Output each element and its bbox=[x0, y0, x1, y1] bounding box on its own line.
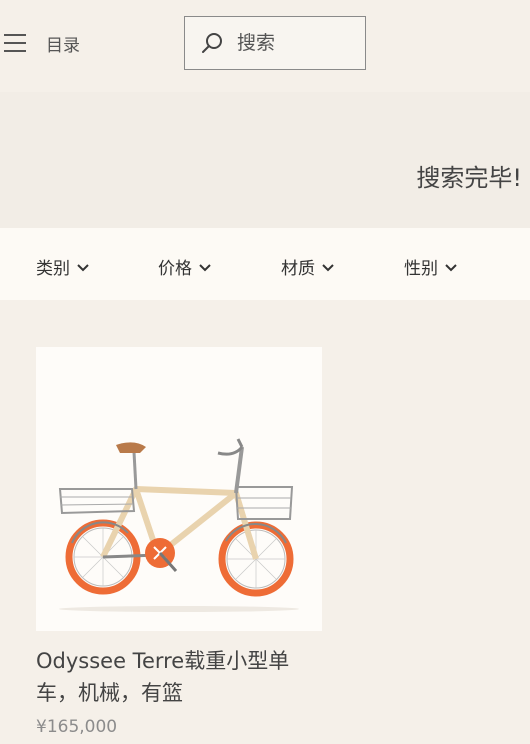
search-box[interactable] bbox=[184, 16, 366, 70]
menu-button[interactable]: 目录 bbox=[4, 28, 80, 58]
chevron-down-icon bbox=[322, 263, 334, 271]
menu-label: 目录 bbox=[46, 35, 80, 56]
search-complete-message: 搜索完毕! bbox=[416, 164, 522, 192]
product-name[interactable]: Odyssee Terre载重小型单车，机械，有篮 bbox=[36, 645, 322, 709]
filter-price[interactable]: 价格 bbox=[158, 254, 212, 279]
chevron-down-icon bbox=[77, 263, 89, 271]
filter-bar: 类别 价格 材质 性别 bbox=[0, 228, 530, 300]
chevron-down-icon bbox=[199, 263, 211, 271]
filter-label: 材质 bbox=[281, 259, 315, 279]
search-icon bbox=[202, 33, 222, 53]
bicycle-illustration bbox=[58, 438, 299, 612]
search-input[interactable] bbox=[237, 32, 357, 54]
filter-label: 性别 bbox=[404, 259, 438, 279]
chevron-down-icon bbox=[445, 263, 457, 271]
product-image[interactable] bbox=[36, 347, 322, 631]
site-header: 目录 bbox=[0, 0, 530, 92]
filter-material[interactable]: 材质 bbox=[281, 254, 335, 279]
filter-gender[interactable]: 性别 bbox=[404, 254, 458, 279]
filter-label: 价格 bbox=[158, 259, 192, 279]
product-card[interactable]: Odyssee Terre载重小型单车，机械，有篮 ¥165,000 bbox=[36, 347, 322, 737]
hamburger-icon bbox=[4, 34, 26, 52]
search-result-banner: 搜索完毕! bbox=[0, 92, 530, 228]
filter-category[interactable]: 类别 bbox=[36, 254, 90, 279]
filter-label: 类别 bbox=[36, 259, 70, 279]
product-price: ¥165,000 bbox=[36, 717, 118, 737]
